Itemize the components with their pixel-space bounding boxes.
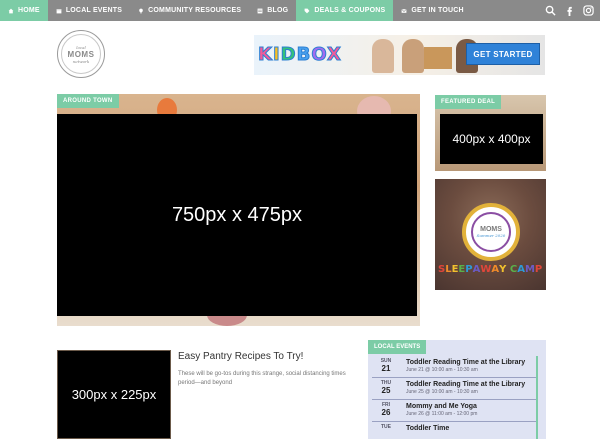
nav-label: HOME <box>18 7 40 14</box>
tag-icon <box>304 8 310 13</box>
post-excerpt: These will be go-tos during this strange… <box>178 371 346 386</box>
nav-label: LOCAL EVENTS <box>65 7 123 14</box>
get-started-button[interactable]: GET STARTED <box>466 43 540 65</box>
event-info: Mommy and Me Yoga June 26 @ 11:00 am - 1… <box>400 402 477 418</box>
post-title[interactable]: Easy Pantry Recipes To Try! <box>178 351 303 362</box>
event-item[interactable]: FRI 26 Mommy and Me Yoga June 26 @ 11:00… <box>372 400 536 422</box>
event-date: SUN 21 <box>372 358 400 373</box>
top-nav: HOME LOCAL EVENTS COMMUNITY RESOURCES BL… <box>0 0 600 21</box>
event-list: SUN 21 Toddler Reading Time at the Libra… <box>372 356 536 444</box>
event-item[interactable]: SUN 21 Toddler Reading Time at the Libra… <box>372 356 536 378</box>
nav-label: GET IN TOUCH <box>411 7 464 14</box>
local-events-tag[interactable]: LOCAL EVENTS <box>368 340 427 354</box>
instagram-icon[interactable] <box>583 5 594 16</box>
nav-item-deals-coupons[interactable]: DEALS & COUPONS <box>296 0 394 21</box>
camp-guide-badge: MOMS Summer 2020 <box>462 203 520 261</box>
event-info: Toddler Reading Time at the Library June… <box>400 380 525 396</box>
event-day: 26 <box>381 408 391 417</box>
ad-box-image <box>424 47 452 69</box>
event-title[interactable]: Mommy and Me Yoga <box>406 402 477 411</box>
logo-main-text: MOMS <box>67 49 95 59</box>
event-item[interactable]: THU 25 Toddler Reading Time at the Libra… <box>372 378 536 400</box>
event-time: June 25 @ 10:00 am - 10:30 am <box>406 389 478 395</box>
camp-title: SLEEPAWAY CAMP <box>438 264 543 275</box>
event-item[interactable]: TUE Toddler Time <box>372 422 536 444</box>
events-scrollbar[interactable] <box>536 356 538 439</box>
nav-item-community-resources[interactable]: COMMUNITY RESOURCES <box>130 0 249 21</box>
event-day: 21 <box>381 364 391 373</box>
ad-child-image <box>402 39 424 73</box>
post-thumbnail[interactable]: 300px x 225px <box>57 350 171 439</box>
nav-label: BLOG <box>267 7 289 14</box>
ad-brand-logo: KIDBOX <box>258 44 342 66</box>
event-time: June 21 @ 10:00 am - 10:30 am <box>406 367 478 373</box>
calendar-icon <box>56 8 62 13</box>
ad-child-image <box>372 39 394 73</box>
event-info: Toddler Time <box>400 424 449 433</box>
lightbulb-icon <box>139 8 143 13</box>
site-logo[interactable]: local MOMS network <box>57 30 105 78</box>
event-date: FRI 26 <box>372 402 400 417</box>
event-title[interactable]: Toddler Reading Time at the Library <box>406 380 525 389</box>
event-date: TUE <box>372 424 400 430</box>
logo-badge: local MOMS network <box>61 34 101 74</box>
nav-label: DEALS & COUPONS <box>314 7 386 14</box>
featured-deal-tag[interactable]: FEATURED DEAL <box>435 95 502 109</box>
event-title[interactable]: Toddler Time <box>406 424 449 433</box>
camp-badge-moms: MOMS <box>480 226 502 233</box>
event-info: Toddler Reading Time at the Library June… <box>400 358 525 374</box>
event-day: 25 <box>381 386 391 395</box>
camp-guide-badge-inner: MOMS Summer 2020 <box>471 212 511 252</box>
kidbox-ad-banner[interactable]: KIDBOX GET STARTED <box>254 35 545 75</box>
nav-item-local-events[interactable]: LOCAL EVENTS <box>48 0 130 21</box>
nav-item-blog[interactable]: BLOG <box>249 0 296 21</box>
logo-bottom-text: network <box>72 58 90 64</box>
around-town-tag[interactable]: AROUND TOWN <box>57 94 119 108</box>
nav-item-get-in-touch[interactable]: GET IN TOUCH <box>393 0 471 21</box>
facebook-icon[interactable] <box>564 5 575 16</box>
envelope-icon <box>401 8 407 13</box>
event-title[interactable]: Toddler Reading Time at the Library <box>406 358 525 367</box>
nav-label: COMMUNITY RESOURCES <box>148 7 242 14</box>
event-date: THU 25 <box>372 380 400 395</box>
featured-deal-placeholder[interactable]: 400px x 400px <box>440 114 543 164</box>
list-icon <box>257 8 263 13</box>
search-icon[interactable] <box>545 5 556 16</box>
nav-social <box>545 0 600 21</box>
event-time: June 26 @ 11:00 am - 12:00 pm <box>406 411 478 417</box>
camp-guide-ad[interactable]: MOMS Summer 2020 SLEEPAWAY CAMP <box>435 179 546 290</box>
nav-item-home[interactable]: HOME <box>0 0 48 21</box>
camp-badge-year: Summer 2020 <box>476 233 506 238</box>
event-weekday: TUE <box>381 424 391 430</box>
home-icon <box>8 8 14 13</box>
hero-placeholder[interactable]: 750px x 475px <box>57 114 417 316</box>
